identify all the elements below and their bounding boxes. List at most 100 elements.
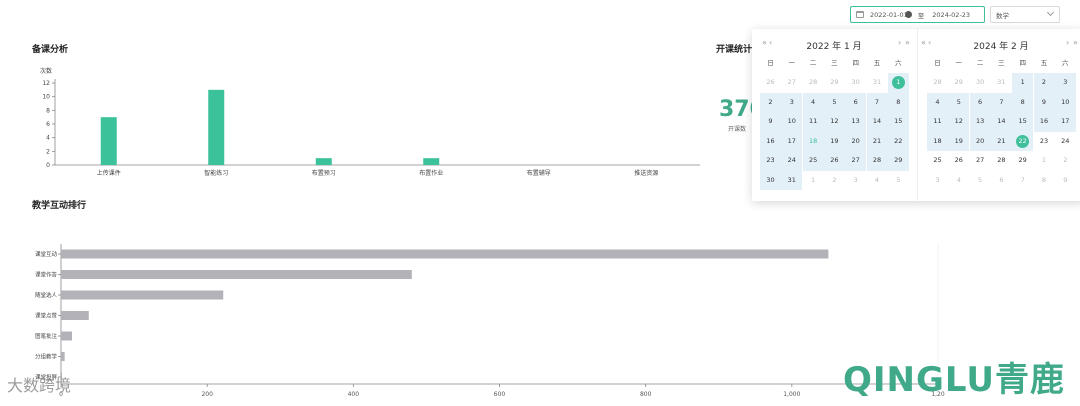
calendar-day[interactable]: 1 <box>1012 73 1034 93</box>
calendar-day[interactable]: 22 <box>887 131 909 151</box>
calendar-day[interactable]: 20 <box>969 131 991 151</box>
calendar-day[interactable]: 8 <box>1034 171 1055 191</box>
calendar-day[interactable]: 5 <box>823 92 845 112</box>
chevron-down-icon <box>1046 8 1055 17</box>
calendar-day[interactable]: 8 <box>1012 92 1034 112</box>
calendar-day[interactable]: 17 <box>1054 112 1076 132</box>
date-range-start[interactable]: 2022-01-01 <box>870 11 908 19</box>
calendar-day[interactable]: 4 <box>948 171 969 191</box>
calendar-day[interactable]: 29 <box>1012 151 1033 171</box>
calendar-day[interactable]: 21 <box>990 131 1012 151</box>
calendar-day[interactable]: 31 <box>867 73 888 93</box>
calendar-day[interactable]: 9 <box>1033 92 1055 112</box>
calendar-day[interactable]: 27 <box>845 151 867 171</box>
calendar-day[interactable]: 2 <box>824 171 845 191</box>
calendar-day[interactable]: 5 <box>948 92 970 112</box>
calendar-day[interactable]: 1 <box>803 171 824 191</box>
calendar-day[interactable]: 28 <box>866 151 888 171</box>
calendar-day[interactable]: 17 <box>781 131 803 151</box>
calendar-day[interactable]: 5 <box>888 171 909 191</box>
calendar-day[interactable]: 10 <box>1054 92 1076 112</box>
calendar-day[interactable]: 26 <box>823 151 845 171</box>
calendar-day[interactable]: 31 <box>991 73 1012 93</box>
calendar-day[interactable]: 4 <box>802 92 824 112</box>
calendar-day[interactable]: 25 <box>802 151 824 171</box>
calendar-day[interactable]: 30 <box>845 73 866 93</box>
weekday-label: 二 <box>809 59 817 67</box>
calendar-day[interactable]: 13 <box>969 112 991 132</box>
calendar-day[interactable]: 7 <box>1012 171 1033 191</box>
calendar-day[interactable]: 9 <box>1055 171 1076 191</box>
calendar-day[interactable]: 30 <box>760 170 781 190</box>
calendar-day[interactable]: 20 <box>845 131 867 151</box>
calendar-day[interactable]: 30 <box>970 73 991 93</box>
calendar-day[interactable]: 13 <box>845 112 867 132</box>
calendar-day[interactable]: 29 <box>887 151 909 171</box>
calendar-day[interactable]: 12 <box>948 112 970 132</box>
calendar-day[interactable]: 29 <box>824 73 845 93</box>
calendar-day[interactable]: 1 <box>1034 151 1055 171</box>
calendar-day[interactable]: 3 <box>781 92 803 112</box>
calendar-day[interactable]: 27 <box>781 73 802 93</box>
calendar-day[interactable]: 18 <box>802 131 824 151</box>
calendar-day[interactable]: 27 <box>970 151 991 171</box>
calendar-day[interactable]: 23 <box>760 151 781 171</box>
subject-select[interactable]: 数学 <box>990 6 1060 23</box>
calendar-day[interactable]: 14 <box>866 112 888 132</box>
calendar-day[interactable]: 10 <box>781 112 803 132</box>
calendar-day[interactable]: 26 <box>760 73 781 93</box>
calendar-day[interactable]: 11 <box>927 112 948 132</box>
next-year-button[interactable]: » <box>905 38 910 47</box>
calendar-day[interactable]: 1 <box>887 73 909 93</box>
date-range-picker[interactable]: 2022-01-01 至 2024-02-23 <box>850 6 985 23</box>
calendar-day[interactable]: 24 <box>1055 132 1076 152</box>
date-range-end[interactable]: 2024-02-23 <box>932 11 970 19</box>
weekday-label: 日 <box>767 59 774 67</box>
next-year-button[interactable]: » <box>1073 38 1078 47</box>
calendar-day[interactable]: 2 <box>1055 151 1076 171</box>
calendar-day[interactable]: 6 <box>991 171 1012 191</box>
calendar-day[interactable]: 22 <box>1012 131 1034 151</box>
calendar-day[interactable]: 14 <box>990 112 1012 132</box>
calendar-day[interactable]: 19 <box>823 131 845 151</box>
next-month-button[interactable]: › <box>898 38 901 47</box>
calendar-day[interactable]: 4 <box>927 92 948 112</box>
calendar-day[interactable]: 4 <box>867 171 888 191</box>
calendar-day[interactable]: 28 <box>927 73 948 93</box>
calendar-day[interactable]: 21 <box>866 131 888 151</box>
calendar-day[interactable]: 2 <box>1033 73 1055 93</box>
calendar-panel-right: « ‹ 2024 年 2 月 › » 日一二三四五六 28 29 30 31 1 2 3 4 5 6… <box>919 29 1080 201</box>
calendar-day[interactable]: 31 <box>781 170 803 190</box>
calendar-day[interactable]: 28 <box>803 73 824 93</box>
bar-4 <box>61 331 72 341</box>
calendar-day[interactable]: 3 <box>1054 73 1076 93</box>
y-tick-label: 课堂点赞 <box>35 312 58 320</box>
calendar-day[interactable]: 28 <box>991 151 1012 171</box>
calendar-day[interactable]: 24 <box>781 151 803 171</box>
next-month-button[interactable]: › <box>1066 38 1069 47</box>
clear-icon[interactable] <box>904 11 912 18</box>
calendar-day[interactable]: 5 <box>970 171 991 191</box>
calendar-day[interactable]: 12 <box>823 112 845 132</box>
calendar-day[interactable]: 25 <box>927 151 948 171</box>
calendar-day[interactable]: 7 <box>866 92 888 112</box>
calendar-day[interactable]: 18 <box>927 131 948 151</box>
calendar-day[interactable]: 9 <box>760 112 781 132</box>
calendar-day[interactable]: 6 <box>969 92 991 112</box>
calendar-day[interactable]: 11 <box>802 112 824 132</box>
calendar-day[interactable]: 15 <box>887 112 909 132</box>
calendar-day[interactable]: 2 <box>760 92 781 112</box>
calendar-day[interactable]: 16 <box>1033 112 1055 132</box>
calendar-day[interactable]: 7 <box>990 92 1012 112</box>
calendar-day[interactable]: 3 <box>845 171 866 191</box>
calendar-day[interactable]: 16 <box>760 131 781 151</box>
calendar-day[interactable]: 8 <box>887 92 909 112</box>
calendar-day[interactable]: 23 <box>1034 132 1055 152</box>
calendar-day[interactable]: 26 <box>948 151 969 171</box>
calendar-day[interactable]: 29 <box>948 73 969 93</box>
calendar-day[interactable]: 19 <box>948 131 970 151</box>
calendar-day[interactable]: 3 <box>927 171 948 191</box>
calendar-day[interactable]: 6 <box>845 92 867 112</box>
x-tick-label: 600 <box>494 391 506 398</box>
calendar-day[interactable]: 15 <box>1012 112 1034 132</box>
